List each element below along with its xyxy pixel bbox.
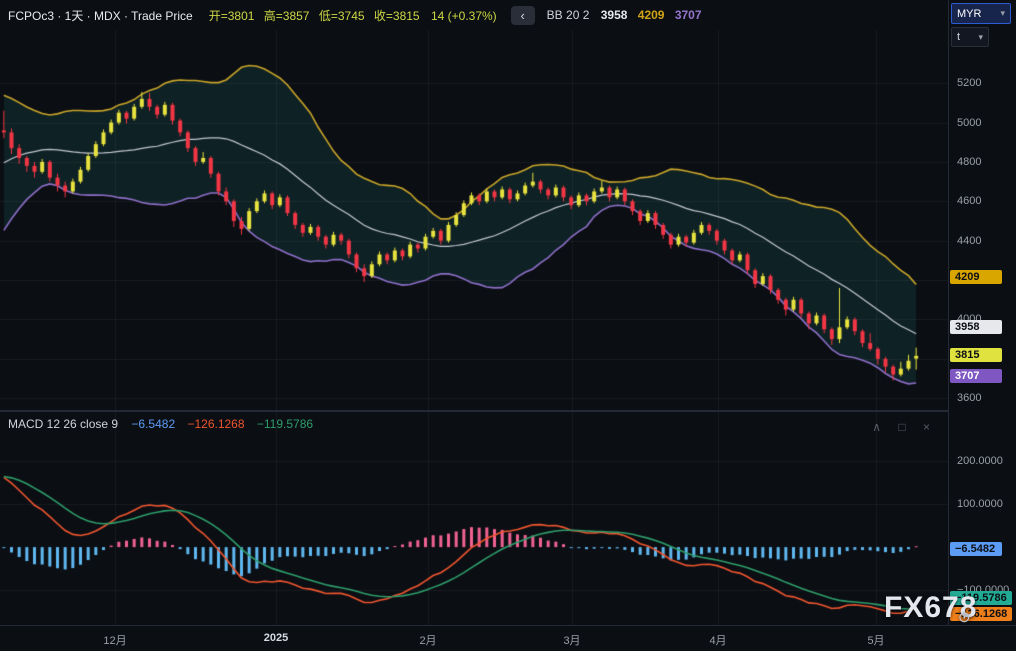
price-axis-tag: 3815: [950, 348, 1002, 362]
price-axis-label: 4400: [957, 235, 981, 247]
bb-legend-title: BB 20 2: [547, 8, 590, 22]
macd-legend-title: MACD 12 26 close 9: [8, 417, 118, 431]
price-axis-tag: 3958: [950, 320, 1002, 334]
time-axis-label: 12月: [103, 632, 126, 648]
time-axis-label: 2025: [264, 632, 288, 644]
ohlc-readout: 开=3801 高=3857 低=3745 收=3815 14 (+0.37%): [203, 7, 497, 24]
chevron-left-icon[interactable]: ‹: [511, 6, 535, 25]
compass-icon: ⊙: [958, 608, 972, 626]
currency-selector[interactable]: MYR ▾: [951, 3, 1011, 24]
price-axis-label: 5000: [957, 117, 981, 129]
macd-signal-value: −119.5786: [257, 417, 313, 431]
macd-axis-label: 100.0000: [957, 498, 1003, 510]
trading-chart-app: FCPOc3 · 1天 · MDX · Trade Price 开=3801 高…: [0, 0, 1016, 651]
chart-toolbar: FCPOc3 · 1天 · MDX · Trade Price 开=3801 高…: [0, 0, 948, 30]
time-axis[interactable]: 12月 2025 2月 3月 4月 5月: [0, 625, 1016, 651]
close-pane-icon[interactable]: ×: [923, 420, 930, 434]
open-label: 开=: [209, 9, 228, 23]
change-value: 14 (+0.37%): [431, 9, 497, 23]
fx678-watermark: FX678 ⊙: [884, 591, 977, 625]
price-chart-canvas[interactable]: [0, 30, 948, 410]
time-axis-label: 4月: [709, 632, 726, 648]
bb-lower-value: 3707: [675, 8, 702, 22]
price-axis-label: 4600: [957, 195, 981, 207]
close-value: 3815: [393, 9, 420, 23]
price-axis-label: 3600: [957, 392, 981, 404]
chevron-down-icon: ▾: [978, 32, 983, 43]
macd-chart-canvas[interactable]: [0, 412, 948, 625]
currency-label: MYR: [957, 8, 981, 20]
pane-controls: ∧ □ ×: [858, 420, 930, 434]
unit-selector[interactable]: t ▾: [951, 27, 989, 47]
chevron-down-icon: ▾: [1000, 8, 1005, 19]
bb-legend[interactable]: BB 20 2 3958 4209 3707: [547, 8, 702, 22]
macd-hist-value: −6.5482: [131, 417, 175, 431]
open-value: 3801: [228, 9, 255, 23]
macd-line-value: −126.1268: [187, 417, 244, 431]
price-pane[interactable]: [0, 30, 948, 410]
unit-label: t: [957, 31, 960, 43]
high-value: 3857: [283, 9, 310, 23]
price-axis-tag: 3707: [950, 369, 1002, 383]
bb-upper-value: 4209: [638, 8, 665, 22]
macd-pane[interactable]: MACD 12 26 close 9 −6.5482 −126.1268 −11…: [0, 412, 948, 625]
close-label: 收=: [374, 9, 393, 23]
price-axis-tag: 4209: [950, 270, 1002, 284]
collapse-pane-icon[interactable]: ∧: [872, 420, 881, 434]
high-label: 高=: [264, 9, 283, 23]
price-axis-label: 4800: [957, 156, 981, 168]
macd-axis-tag: −6.5482: [950, 542, 1002, 556]
price-axis[interactable]: MYR ▾ t ▾ 520050004800460044004200400038…: [948, 0, 1016, 625]
time-axis-label: 2月: [419, 632, 436, 648]
macd-axis-label: 200.0000: [957, 455, 1003, 467]
maximize-pane-icon[interactable]: □: [898, 420, 905, 434]
time-axis-label: 5月: [867, 632, 884, 648]
low-label: 低=: [319, 9, 338, 23]
low-value: 3745: [338, 9, 365, 23]
bb-basis-value: 3958: [601, 8, 628, 22]
time-axis-label: 3月: [563, 632, 580, 648]
macd-legend[interactable]: MACD 12 26 close 9 −6.5482 −126.1268 −11…: [8, 417, 313, 431]
price-axis-label: 5200: [957, 77, 981, 89]
symbol-title[interactable]: FCPOc3 · 1天 · MDX · Trade Price: [8, 7, 193, 24]
